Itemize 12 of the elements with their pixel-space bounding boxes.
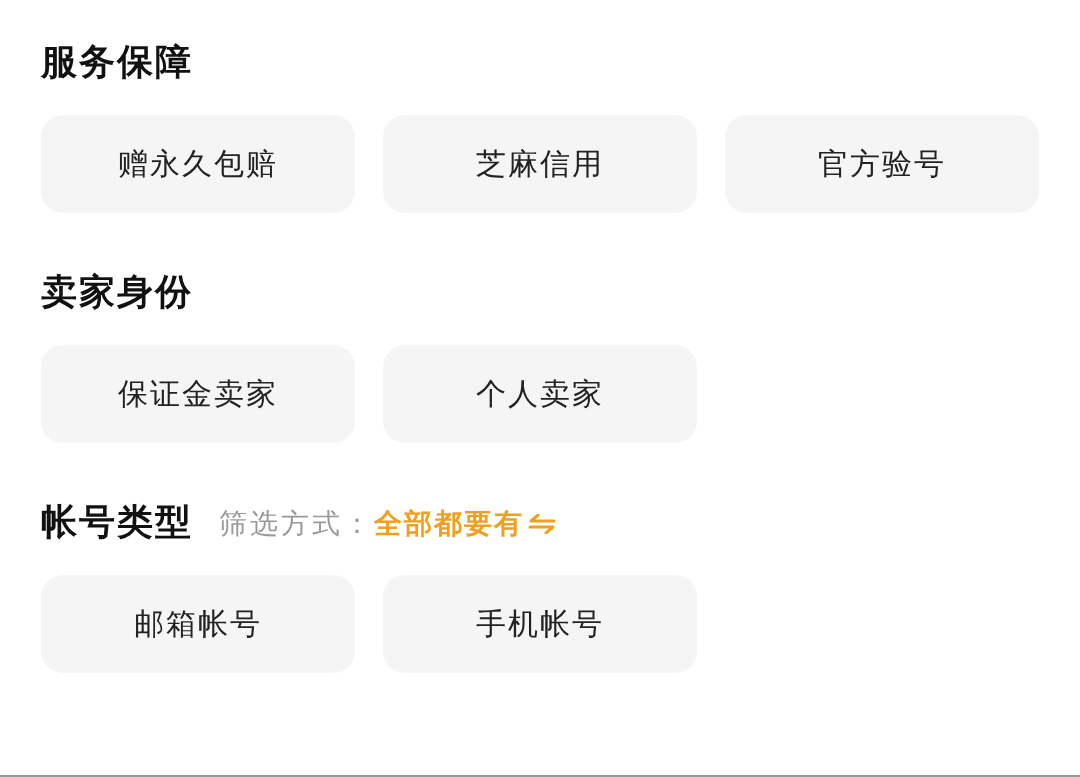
swap-arrows-icon <box>528 514 556 534</box>
option-chip[interactable]: 邮箱帐号 <box>41 575 355 673</box>
option-chip[interactable]: 官方验号 <box>725 115 1039 213</box>
section-title: 帐号类型 <box>41 500 193 544</box>
option-chip[interactable]: 个人卖家 <box>383 345 697 443</box>
section-title: 服务保障 <box>41 40 193 84</box>
option-chip[interactable]: 芝麻信用 <box>383 115 697 213</box>
option-chip[interactable]: 赠永久包赔 <box>41 115 355 213</box>
option-chip[interactable]: 手机帐号 <box>383 575 697 673</box>
filter-label: 筛选方式： <box>219 506 374 542</box>
section-title: 卖家身份 <box>41 270 193 314</box>
option-chip[interactable]: 保证金卖家 <box>41 345 355 443</box>
